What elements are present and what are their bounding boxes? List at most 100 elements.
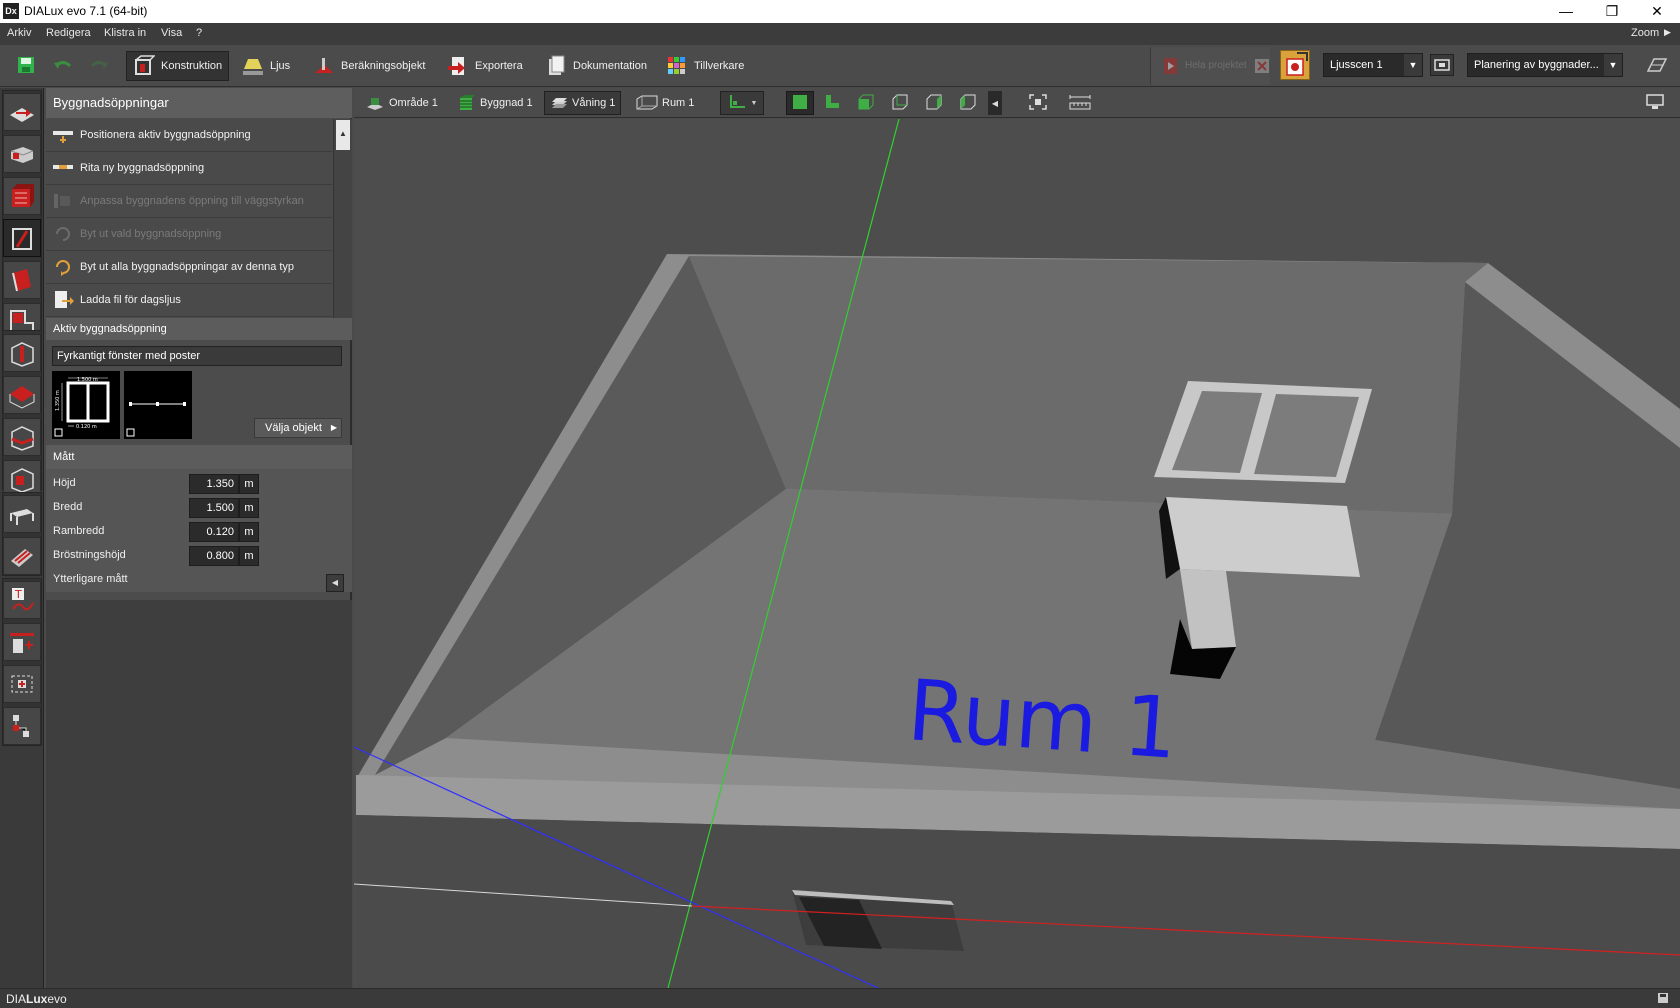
menu-redigera[interactable]: Redigera xyxy=(46,27,91,39)
measure-icon xyxy=(1068,93,1092,114)
action-fit-opening[interactable]: Anpassa byggnadens öppning till väggstyr… xyxy=(46,185,332,218)
menu-visa[interactable]: Visa xyxy=(161,27,182,39)
cancel-calc-icon[interactable] xyxy=(1255,59,1269,73)
desk-top[interactable] xyxy=(1166,497,1360,577)
dimension-icon[interactable] xyxy=(3,707,41,745)
view-right-button[interactable] xyxy=(954,91,982,115)
main-toolbar: Konstruktion Ljus Beräkningsobjekt Expor… xyxy=(0,45,1680,87)
export-icon xyxy=(447,55,469,77)
calc-group: Hela projektet xyxy=(1150,47,1270,85)
disk-icon[interactable] xyxy=(1657,992,1669,1004)
frame-width-field[interactable]: 0.120 xyxy=(189,522,239,542)
tab-konstruktion-label: Konstruktion xyxy=(161,60,223,72)
building-icon xyxy=(458,95,476,111)
choose-object-button[interactable]: Välja objekt ▶ xyxy=(254,418,342,438)
more-dimensions-row[interactable]: Ytterligare mått ◀ xyxy=(46,568,352,592)
action-label: Positionera aktiv byggnadsöppning xyxy=(80,129,251,141)
terrain-icon[interactable] xyxy=(3,135,41,173)
lamp-icon xyxy=(242,55,264,77)
room-label[interactable]: Rum 1 xyxy=(905,661,1181,778)
save-icon[interactable] xyxy=(16,55,36,75)
view-left-button[interactable] xyxy=(920,91,948,115)
replace-icon xyxy=(52,225,74,243)
3d-viewport[interactable]: Rum 1 xyxy=(354,119,1680,988)
text-tool-icon[interactable]: T xyxy=(3,581,41,619)
material-icon[interactable] xyxy=(3,537,41,575)
crumb-vaning[interactable]: Våning 1 xyxy=(544,91,622,115)
view-floor-plan-button[interactable] xyxy=(818,91,846,115)
view-front-button[interactable] xyxy=(852,91,880,115)
expand-icon[interactable]: ◀ xyxy=(326,574,344,592)
start-calc-icon[interactable] xyxy=(1163,57,1179,75)
action-position-opening[interactable]: Positionera aktiv byggnadsöppning xyxy=(46,119,332,152)
tab-dokumentation[interactable]: Dokumentation xyxy=(539,51,653,81)
redo-icon[interactable] xyxy=(88,57,110,73)
action-draw-opening[interactable]: Rita ny byggnadsöppning xyxy=(46,152,332,185)
chevron-down-icon: ▼ xyxy=(1604,54,1622,76)
tab-exportera-label: Exportera xyxy=(475,60,523,72)
tab-exportera[interactable]: Exportera xyxy=(441,51,529,81)
import-plan-icon[interactable] xyxy=(3,93,41,131)
right-view-icon xyxy=(959,93,977,114)
undo-icon[interactable] xyxy=(52,57,74,73)
guide-line-icon[interactable] xyxy=(3,623,41,661)
zoom-menu[interactable]: Zoom xyxy=(1631,27,1659,39)
select-area-icon[interactable] xyxy=(3,665,41,703)
settings-grid-icon[interactable] xyxy=(1644,57,1668,73)
light-scene-value: Ljusscen 1 xyxy=(1330,59,1383,71)
view-back-button[interactable] xyxy=(886,91,914,115)
roof-icon[interactable] xyxy=(3,376,41,414)
frame-width-unit: m xyxy=(239,522,259,542)
menu-arkiv[interactable]: Arkiv xyxy=(7,27,31,39)
load-file-icon xyxy=(52,291,74,309)
maximize-button[interactable]: ❐ xyxy=(1589,0,1635,23)
menu-help[interactable]: ? xyxy=(196,27,202,39)
tab-tillverkare[interactable]: Tillverkare xyxy=(660,51,750,81)
furniture-icon[interactable] xyxy=(3,495,41,533)
tab-konstruktion[interactable]: Konstruktion xyxy=(126,51,230,81)
chevron-down-icon: ▼ xyxy=(1404,54,1422,76)
height-field[interactable]: 1.350 xyxy=(189,474,239,494)
opening-thumbnail-top[interactable] xyxy=(124,371,192,439)
wall-element-icon[interactable] xyxy=(3,261,41,299)
action-replace-all[interactable]: Byt ut alla byggnadsöppningar av denna t… xyxy=(46,251,332,284)
zoom-arrow-icon[interactable]: ▶ xyxy=(1664,27,1671,38)
light-scene-select[interactable]: Ljusscen 1 ▼ xyxy=(1323,53,1423,77)
floor-plan-icon xyxy=(823,93,841,114)
scene-canvas[interactable]: Rum 1 xyxy=(354,119,1680,988)
active-opening-header: Aktiv byggnadsöppning xyxy=(46,318,352,340)
crumb-omrade[interactable]: Område 1 xyxy=(360,91,443,115)
opening-tool-icon[interactable] xyxy=(3,219,41,257)
action-replace-selected[interactable]: Byt ut vald byggnadsöppning xyxy=(46,218,332,251)
planning-mode-select[interactable]: Planering av byggnader... ▼ xyxy=(1467,53,1623,77)
scene-display-icon[interactable] xyxy=(1430,54,1454,76)
menu-klistra-in[interactable]: Klistra in xyxy=(104,27,146,39)
view-3d-button[interactable] xyxy=(786,91,814,115)
width-label: Bredd xyxy=(53,501,83,513)
snap-mode-dropdown[interactable]: ▼ xyxy=(720,91,764,115)
action-load-daylight[interactable]: Ladda fil för dagsljus xyxy=(46,284,332,317)
close-button[interactable]: ✕ xyxy=(1634,0,1680,23)
building-icon[interactable] xyxy=(3,177,41,215)
calc-scope-label[interactable]: Hela projektet xyxy=(1185,60,1247,71)
storey-icon[interactable] xyxy=(3,418,41,456)
scroll-up-icon[interactable]: ▲ xyxy=(336,120,350,150)
tab-berakningsobjekt[interactable]: Beräkningsobjekt xyxy=(307,51,431,81)
window-title: DIALux evo 7.1 (64-bit) xyxy=(24,4,148,18)
zoom-fit-button[interactable] xyxy=(1024,91,1052,115)
status-bar: DIALuxevo xyxy=(0,988,1680,1008)
ceiling-icon[interactable] xyxy=(3,334,41,372)
panel-scrollbar[interactable]: ▲ xyxy=(333,119,352,320)
crumb-rum[interactable]: Rum 1 xyxy=(631,91,699,115)
fullscreen-button[interactable] xyxy=(1641,91,1669,115)
minimize-button[interactable]: — xyxy=(1543,0,1589,23)
collapse-views-icon[interactable]: ◀ xyxy=(988,91,1002,115)
measure-button[interactable] xyxy=(1066,91,1094,115)
crumb-byggnad[interactable]: Byggnad 1 xyxy=(453,91,538,115)
tab-ljus[interactable]: Ljus xyxy=(236,51,296,81)
sill-height-field[interactable]: 0.800 xyxy=(189,546,239,566)
width-field[interactable]: 1.500 xyxy=(189,498,239,518)
warning-icon[interactable] xyxy=(1280,50,1310,80)
back-inner-wall xyxy=(689,256,1488,514)
opening-thumbnail-front[interactable]: 1.500 m 1.350 m 0.120 m xyxy=(52,371,120,439)
